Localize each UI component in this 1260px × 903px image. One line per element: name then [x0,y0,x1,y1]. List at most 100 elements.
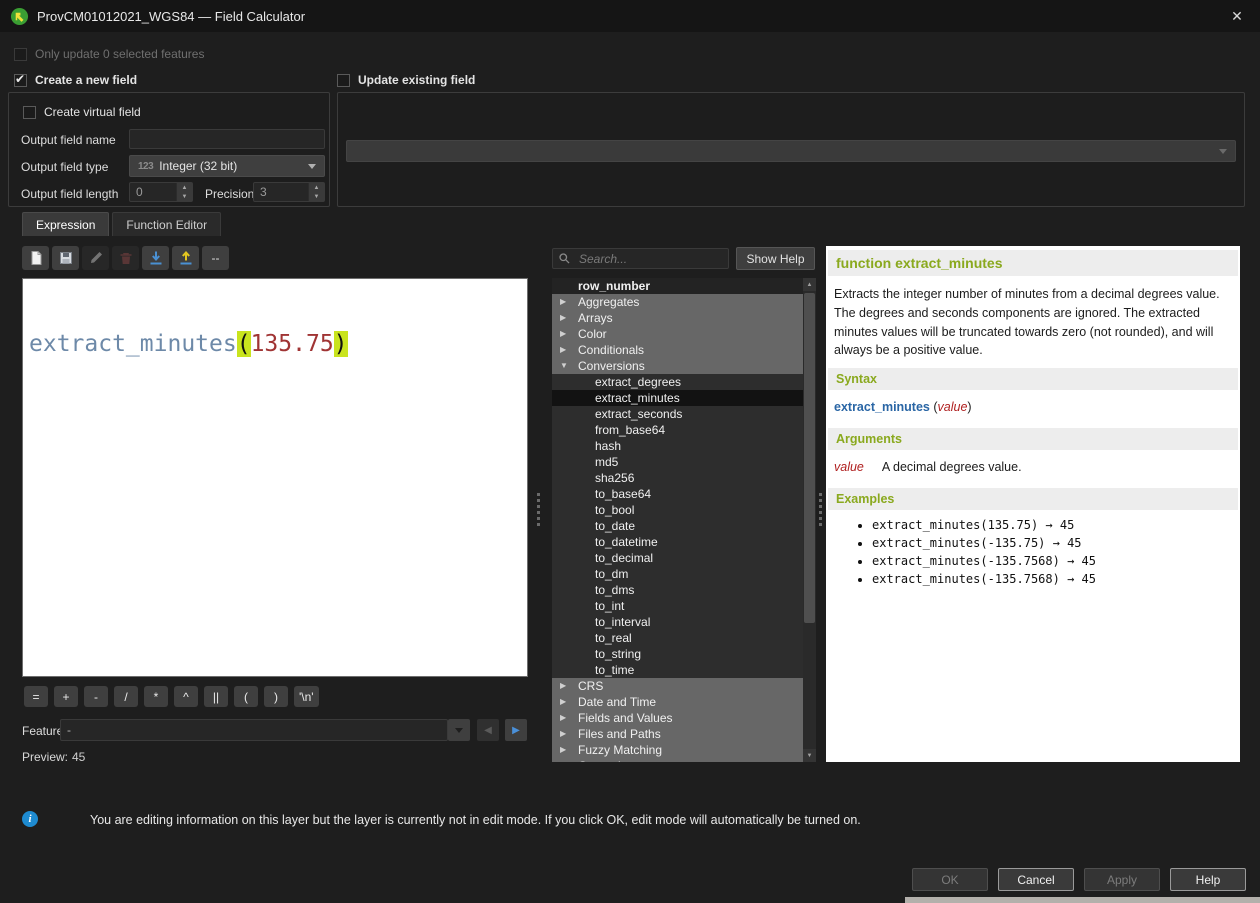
operator-button-symbol[interactable]: ^ [174,686,198,707]
function-tree-item-to-dms[interactable]: to_dms [552,582,803,598]
create-new-field-checkbox[interactable]: Create a new field [14,73,137,87]
chevron-collapsed-icon[interactable]: ▶ [560,678,566,694]
function-tree-item-to-string[interactable]: to_string [552,646,803,662]
operator-button-symbol[interactable]: ( [234,686,258,707]
tab-expression[interactable]: Expression [22,212,109,236]
output-field-length-spinner[interactable]: 0 ▲▼ [129,182,193,202]
new-expression-button[interactable] [22,246,49,270]
feature-select[interactable]: - [60,719,448,741]
next-arrow-icon: ▶ [512,725,520,736]
function-tree-item-row-number[interactable]: row_number [552,278,803,294]
function-tree-item-color[interactable]: ▶Color [552,326,803,342]
example-item: extract_minutes(-135.7568) → 45 [872,554,1240,568]
help-title: function extract_minutes [828,250,1238,276]
output-field-name-input[interactable] [129,129,325,149]
operator-button-symbol[interactable]: * [144,686,168,707]
spinner-arrows-icon[interactable]: ▲▼ [176,183,192,201]
function-tree-item-date-and-time[interactable]: ▶Date and Time [552,694,803,710]
function-tree-item-general[interactable]: ▶General [552,758,803,762]
chevron-expanded-icon[interactable]: ▼ [560,358,568,374]
function-tree-item-to-datetime[interactable]: to_datetime [552,534,803,550]
show-help-button[interactable]: Show Help [736,247,815,270]
examples-list: extract_minutes(135.75) → 45 extract_minu… [826,518,1240,586]
chevron-collapsed-icon[interactable]: ▶ [560,742,566,758]
tree-item-label: to_interval [595,615,650,629]
expression-editor[interactable]: extract_minutes(135.75) [22,278,528,677]
title-bar[interactable]: ProvCM01012021_WGS84 — Field Calculator … [0,0,1260,32]
function-tree-item-md5[interactable]: md5 [552,454,803,470]
function-tree-item-extract-degrees[interactable]: extract_degrees [552,374,803,390]
next-feature-button[interactable]: ▶ [505,719,527,741]
function-tree-item-to-bool[interactable]: to_bool [552,502,803,518]
scroll-down-icon[interactable]: ▼ [803,749,816,762]
function-tree-item-files-and-paths[interactable]: ▶ Files and Paths [552,726,803,742]
tree-item-label: to_int [595,599,624,613]
output-field-type-select[interactable]: 123 Integer (32 bit) [129,155,325,177]
chevron-collapsed-icon[interactable]: ▶ [560,294,566,310]
operator-button-n[interactable]: '\n' [294,686,319,707]
function-tree-item-to-date[interactable]: to_date [552,518,803,534]
chevron-collapsed-icon[interactable]: ▶ [560,310,566,326]
function-tree-item-to-dm[interactable]: to_dm [552,566,803,582]
operator-button-symbol[interactable]: = [24,686,48,707]
chevron-collapsed-icon[interactable]: ▶ [560,342,566,358]
function-tree-item-sha256[interactable]: sha256 [552,470,803,486]
operator-button-symbol[interactable]: ) [264,686,288,707]
operator-button-symbol[interactable]: / [114,686,138,707]
function-tree-item-hash[interactable]: hash [552,438,803,454]
operator-button-symbol[interactable]: || [204,686,228,707]
function-tree-item-fuzzy-matching[interactable]: ▶Fuzzy Matching [552,742,803,758]
chevron-down-icon [1219,149,1227,154]
chevron-collapsed-icon[interactable]: ▶ [560,694,566,710]
function-tree-item-extract-seconds[interactable]: extract_seconds [552,406,803,422]
function-tree-item-conditionals[interactable]: ▶Conditionals [552,342,803,358]
function-tree-item-conversions[interactable]: ▼Conversions [552,358,803,374]
create-virtual-field-checkbox[interactable]: Create virtual field [23,105,141,119]
operator-button-row: = +-/ * ^ || () '\n' [24,686,319,707]
function-tree-item-to-int[interactable]: to_int [552,598,803,614]
function-tree-item-to-decimal[interactable]: to_decimal [552,550,803,566]
function-tree-scrollbar[interactable]: ▲ ▼ [803,278,816,762]
function-tree-item-to-real[interactable]: to_real [552,630,803,646]
import-expression-icon [148,250,164,266]
spinner-arrows-icon[interactable]: ▲▼ [308,183,324,201]
function-tree-item-arrays[interactable]: ▶Arrays [552,310,803,326]
splitter-handle[interactable] [818,492,823,526]
search-input[interactable] [577,250,729,267]
apply-button: Apply [1084,868,1160,891]
chevron-collapsed-icon[interactable]: ▶ [560,758,566,762]
function-tree-item-fields-and-values[interactable]: ▶Fields and Values [552,710,803,726]
dash-icon[interactable]: -- [202,246,229,270]
export-expression-button[interactable] [172,246,199,270]
splitter-handle[interactable] [536,492,541,526]
tree-item-label: Files and Paths [578,727,661,741]
function-tree-item-crs[interactable]: ▶CRS [552,678,803,694]
scroll-up-icon[interactable]: ▲ [803,278,816,291]
function-tree-item-to-interval[interactable]: to_interval [552,614,803,630]
operator-button-symbol[interactable]: + [54,686,78,707]
function-tree-item-to-base64[interactable]: to_base64 [552,486,803,502]
feature-dropdown-button[interactable] [448,719,470,741]
tab-function-editor[interactable]: Function Editor [112,212,221,236]
chevron-collapsed-icon[interactable]: ▶ [560,710,566,726]
function-search [552,248,729,269]
example-item: extract_minutes(135.75) → 45 [872,518,1240,532]
import-expression-button[interactable] [142,246,169,270]
function-tree-item-from-base64[interactable]: from_base64 [552,422,803,438]
cancel-button[interactable]: Cancel [998,868,1074,891]
chevron-collapsed-icon[interactable]: ▶ [560,326,566,342]
precision-spinner[interactable]: 3 ▲▼ [253,182,325,202]
scrollbar-thumb[interactable] [804,293,815,623]
function-tree-item-to-time[interactable]: to_time [552,662,803,678]
close-icon[interactable]: ✕ [1226,5,1248,27]
operator-button-symbol[interactable]: - [84,686,108,707]
example-item: extract_minutes(-135.75) → 45 [872,536,1240,550]
update-existing-field-checkbox[interactable]: Update existing field [337,73,475,87]
help-button[interactable]: Help [1170,868,1246,891]
save-expression-button[interactable] [52,246,79,270]
function-tree-item-aggregates[interactable]: ▶Aggregates [552,294,803,310]
tree-item-label: from_base64 [595,423,665,437]
previous-feature-button: ◀ [477,719,499,741]
function-tree-item-extract-minutes[interactable]: extract_minutes [552,390,803,406]
chevron-collapsed-icon[interactable]: ▶ [560,726,566,742]
